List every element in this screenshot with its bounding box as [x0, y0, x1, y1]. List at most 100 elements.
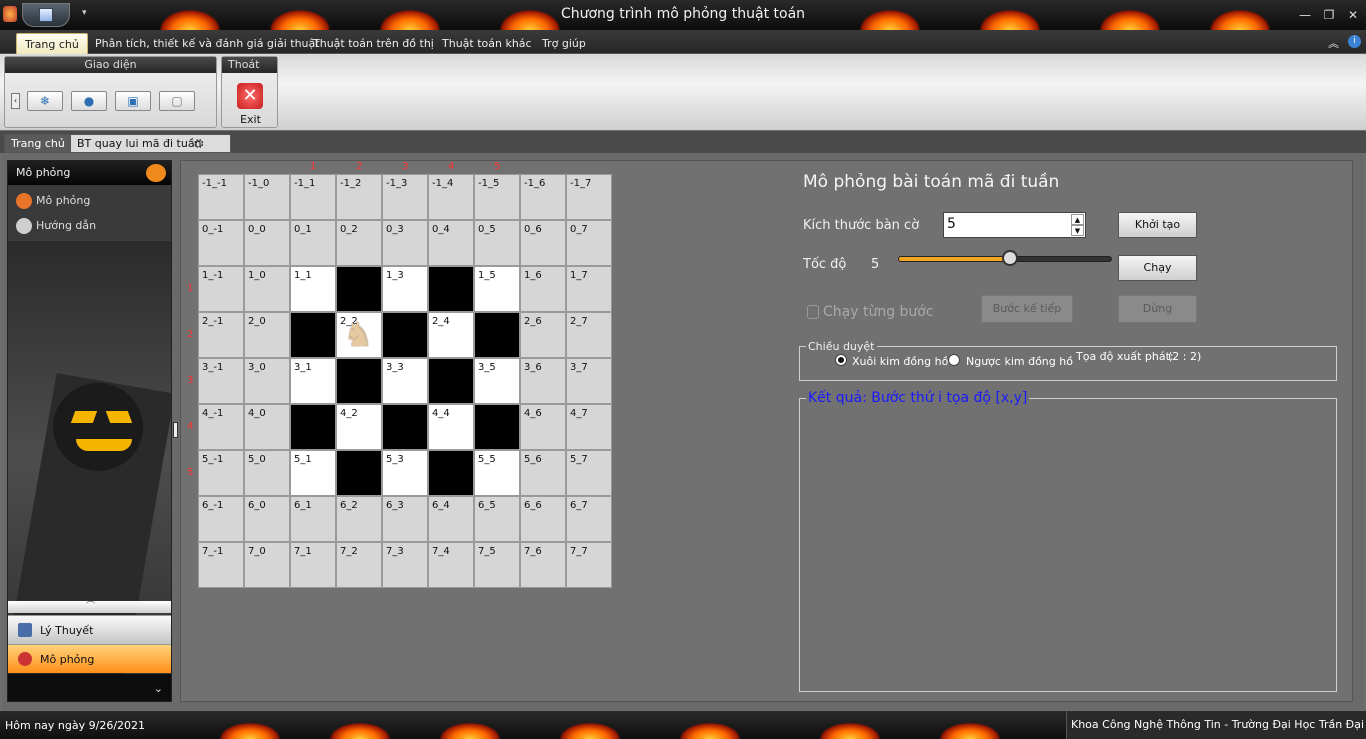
- board-cell[interactable]: [290, 312, 336, 358]
- gray-theme-icon[interactable]: ▢: [159, 91, 195, 111]
- board-cell[interactable]: 1_7: [566, 266, 612, 312]
- board-cell[interactable]: -1_5: [474, 174, 520, 220]
- board-cell[interactable]: 1_-1: [198, 266, 244, 312]
- board-cell[interactable]: 4_6: [520, 404, 566, 450]
- nav-overflow-button[interactable]: ⌄: [8, 674, 171, 701]
- board-cell[interactable]: 3_-1: [198, 358, 244, 404]
- board-cell[interactable]: 7_2: [336, 542, 382, 588]
- minimize-button[interactable]: —: [1296, 6, 1314, 24]
- board-cell[interactable]: -1_2: [336, 174, 382, 220]
- board-cell[interactable]: -1_6: [520, 174, 566, 220]
- board-cell[interactable]: -1_-1: [198, 174, 244, 220]
- board-cell[interactable]: 3_6: [520, 358, 566, 404]
- board-cell[interactable]: 6_-1: [198, 496, 244, 542]
- board-cell[interactable]: 2_7: [566, 312, 612, 358]
- board-cell[interactable]: -1_4: [428, 174, 474, 220]
- help-icon[interactable]: i: [1348, 35, 1361, 48]
- board-cell[interactable]: 6_7: [566, 496, 612, 542]
- board-cell[interactable]: 5_7: [566, 450, 612, 496]
- board-cell[interactable]: 5_0: [244, 450, 290, 496]
- board-cell[interactable]: 6_2: [336, 496, 382, 542]
- board-cell[interactable]: 6_5: [474, 496, 520, 542]
- step-checkbox[interactable]: [807, 305, 819, 319]
- board-cell[interactable]: [336, 358, 382, 404]
- tab-phan-tich[interactable]: Phân tích, thiết kế và đánh giá giải thu…: [87, 33, 328, 54]
- board-cell[interactable]: [474, 312, 520, 358]
- nav-button-ly-thuyet[interactable]: Lý Thuyết: [8, 615, 171, 644]
- board-cell[interactable]: [428, 266, 474, 312]
- clockwise-radio[interactable]: [835, 354, 847, 366]
- board-cell[interactable]: 6_1: [290, 496, 336, 542]
- blue-theme-icon[interactable]: ▣: [115, 91, 151, 111]
- counterclockwise-radio[interactable]: [948, 354, 960, 366]
- board-cell[interactable]: 5_-1: [198, 450, 244, 496]
- board-cell[interactable]: [336, 450, 382, 496]
- board-cell[interactable]: [428, 450, 474, 496]
- board-cell[interactable]: 1_1: [290, 266, 336, 312]
- board-cell[interactable]: 7_7: [566, 542, 612, 588]
- board-cell[interactable]: [290, 404, 336, 450]
- apple-theme-icon[interactable]: ●: [71, 91, 107, 111]
- close-tab-icon[interactable]: ⛭: [194, 136, 204, 151]
- board-cell[interactable]: [382, 312, 428, 358]
- doc-tab-trang-chu[interactable]: Trang chủ: [4, 134, 72, 153]
- board-cell[interactable]: 4_2: [336, 404, 382, 450]
- board-cell[interactable]: [336, 266, 382, 312]
- board-cell[interactable]: 4_7: [566, 404, 612, 450]
- close-button[interactable]: ✕: [1344, 6, 1362, 24]
- board-cell[interactable]: 0_3: [382, 220, 428, 266]
- board-cell[interactable]: 3_7: [566, 358, 612, 404]
- board-cell[interactable]: 0_0: [244, 220, 290, 266]
- nav-item-huong-dan[interactable]: Hướng dẫn: [14, 216, 96, 236]
- board-cell[interactable]: 5_5: [474, 450, 520, 496]
- board-cell[interactable]: 4_0: [244, 404, 290, 450]
- board-cell[interactable]: 0_5: [474, 220, 520, 266]
- board-cell[interactable]: 7_3: [382, 542, 428, 588]
- maximize-button[interactable]: ❐: [1320, 6, 1338, 24]
- board-cell[interactable]: 2_2 ♞: [336, 312, 382, 358]
- board-cell[interactable]: 0_7: [566, 220, 612, 266]
- board-cell[interactable]: 0_2: [336, 220, 382, 266]
- run-button[interactable]: Chạy: [1118, 255, 1197, 281]
- board-cell[interactable]: 1_0: [244, 266, 290, 312]
- board-cell[interactable]: -1_3: [382, 174, 428, 220]
- board-cell[interactable]: 2_4: [428, 312, 474, 358]
- init-button[interactable]: Khởi tạo: [1118, 212, 1197, 238]
- board-cell[interactable]: [428, 358, 474, 404]
- tab-trang-chu[interactable]: Trang chủ: [16, 33, 88, 54]
- tab-thuat-toan-khac[interactable]: Thuật toán khác: [434, 33, 540, 54]
- board-cell[interactable]: 6_4: [428, 496, 474, 542]
- scroll-left-icon[interactable]: ‹: [11, 93, 20, 109]
- board-cell[interactable]: -1_0: [244, 174, 290, 220]
- board-cell[interactable]: 7_4: [428, 542, 474, 588]
- board-cell[interactable]: 5_6: [520, 450, 566, 496]
- board-cell[interactable]: 0_1: [290, 220, 336, 266]
- nav-button-mo-phong[interactable]: Mô phỏng: [8, 644, 171, 673]
- board-cell[interactable]: -1_1: [290, 174, 336, 220]
- board-size-input[interactable]: 5 ▲ ▼: [943, 212, 1086, 238]
- speed-slider[interactable]: [898, 250, 1112, 266]
- board-cell[interactable]: [382, 404, 428, 450]
- doc-tab-ma-di-tuan[interactable]: BT quay lui mã đi tuần: [70, 134, 231, 153]
- tab-do-thi[interactable]: Thuật toán trên đồ thị: [305, 33, 442, 54]
- board-cell[interactable]: 0_-1: [198, 220, 244, 266]
- board-cell[interactable]: 7_0: [244, 542, 290, 588]
- board-cell[interactable]: 7_1: [290, 542, 336, 588]
- board-cell[interactable]: 5_3: [382, 450, 428, 496]
- exit-button-label[interactable]: Exit: [222, 113, 279, 126]
- spin-down-icon[interactable]: ▼: [1071, 225, 1084, 236]
- board-cell[interactable]: 5_1: [290, 450, 336, 496]
- skull-slider-thumb-icon[interactable]: [1002, 250, 1019, 266]
- board-cell[interactable]: 7_6: [520, 542, 566, 588]
- stop-button[interactable]: Dừng: [1118, 295, 1197, 323]
- board-cell[interactable]: 3_5: [474, 358, 520, 404]
- board-cell[interactable]: 3_3: [382, 358, 428, 404]
- board-cell[interactable]: 1_5: [474, 266, 520, 312]
- nav-item-mo-phong[interactable]: Mô phỏng: [14, 191, 90, 211]
- board-cell[interactable]: 6_0: [244, 496, 290, 542]
- board-cell[interactable]: 0_4: [428, 220, 474, 266]
- board-cell[interactable]: 0_6: [520, 220, 566, 266]
- board-cell[interactable]: 2_-1: [198, 312, 244, 358]
- splitter-grip-icon[interactable]: ⌒: [8, 601, 171, 613]
- board-cell[interactable]: 4_-1: [198, 404, 244, 450]
